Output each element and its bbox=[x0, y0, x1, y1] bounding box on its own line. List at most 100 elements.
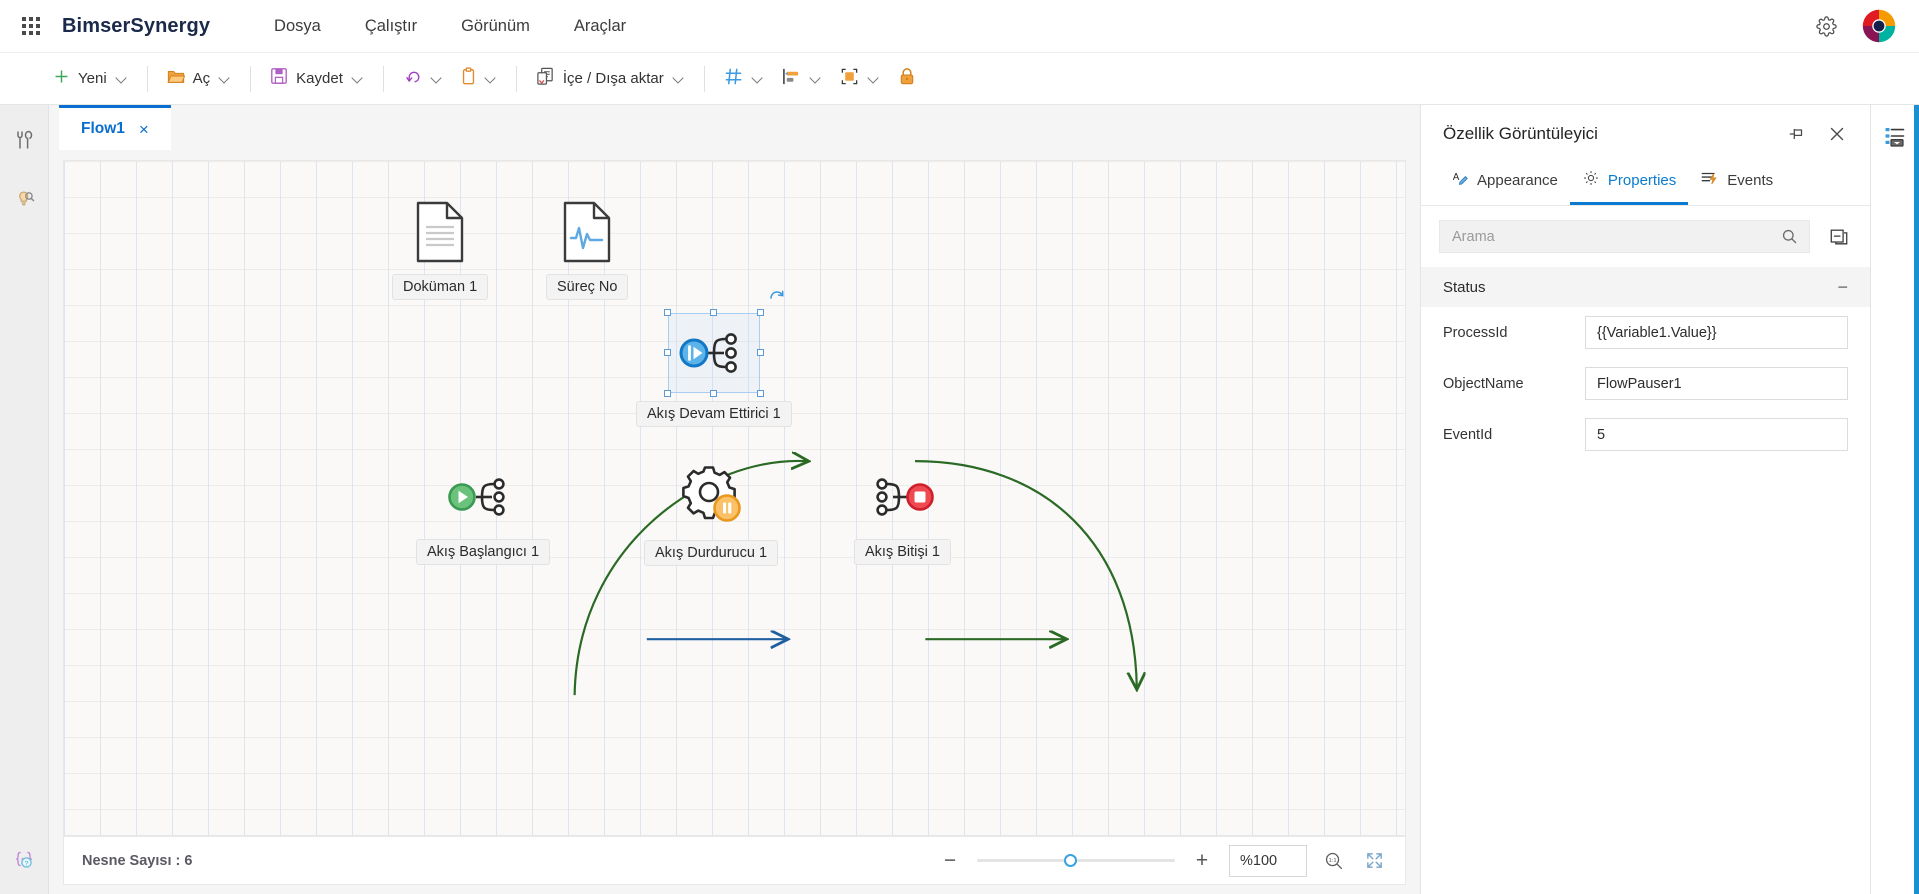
rotate-handle-icon[interactable] bbox=[768, 289, 786, 312]
user-avatar-logo[interactable] bbox=[1861, 8, 1897, 44]
tab-properties[interactable]: Properties bbox=[1570, 161, 1688, 205]
object-count-label: Nesne Sayısı : 6 bbox=[82, 853, 192, 869]
resize-handle-s[interactable] bbox=[710, 390, 717, 397]
flow-canvas[interactable]: Doküman 1 Süreç No bbox=[63, 160, 1406, 836]
appearance-pen-icon: A bbox=[1451, 169, 1469, 191]
collapse-toggle-icon[interactable]: − bbox=[1837, 278, 1848, 296]
fit-to-screen-icon[interactable] bbox=[1361, 848, 1387, 874]
group-objects-icon bbox=[840, 67, 859, 91]
code-help-icon[interactable]: ? bbox=[7, 842, 41, 876]
group-button[interactable] bbox=[831, 62, 889, 96]
tab-appearance[interactable]: A Appearance bbox=[1439, 161, 1570, 205]
editor-area: Flow1 × bbox=[49, 105, 1420, 894]
processid-field[interactable] bbox=[1585, 316, 1848, 349]
menu-item-araclar[interactable]: Araçlar bbox=[552, 11, 648, 42]
tab-label: Appearance bbox=[1477, 172, 1558, 189]
node-akis-baslangici-1[interactable]: Akış Başlangıcı 1 bbox=[416, 466, 550, 565]
new-button[interactable]: Yeni bbox=[44, 62, 137, 96]
tools-icon[interactable] bbox=[7, 123, 41, 157]
flow-start-icon bbox=[440, 466, 526, 533]
toolbar-divider bbox=[383, 66, 384, 92]
tab-label: Events bbox=[1727, 172, 1773, 189]
grid-button[interactable] bbox=[715, 62, 773, 96]
zoom-slider-thumb[interactable] bbox=[1064, 854, 1077, 867]
flow-pause-icon bbox=[672, 461, 750, 534]
menu-item-dosya[interactable]: Dosya bbox=[252, 11, 343, 42]
property-panel-tabs: A Appearance Properties bbox=[1421, 155, 1870, 206]
left-rail: ? bbox=[0, 105, 49, 894]
chevron-down-icon[interactable] bbox=[674, 73, 685, 84]
menu-item-calistir[interactable]: Çalıştır bbox=[343, 11, 439, 42]
events-lightning-icon bbox=[1700, 169, 1719, 191]
tab-flow1[interactable]: Flow1 × bbox=[59, 105, 171, 150]
paste-button[interactable] bbox=[452, 62, 506, 96]
chevron-down-icon[interactable] bbox=[117, 73, 128, 84]
search-input[interactable] bbox=[1440, 221, 1769, 252]
chevron-down-icon[interactable] bbox=[220, 73, 231, 84]
tab-events[interactable]: Events bbox=[1688, 161, 1785, 205]
lock-button[interactable] bbox=[889, 62, 925, 96]
import-export-label: İçe / Dışa aktar bbox=[563, 70, 664, 87]
zoom-one-to-one-icon[interactable]: 1:1 bbox=[1321, 848, 1347, 874]
save-button[interactable]: Kaydet bbox=[261, 62, 373, 96]
close-icon[interactable]: × bbox=[139, 121, 149, 138]
chevron-down-icon[interactable] bbox=[811, 73, 822, 84]
resize-handle-ne[interactable] bbox=[757, 309, 764, 316]
node-akis-devam-ettirici-1[interactable]: Akış Devam Ettirici 1 bbox=[636, 313, 792, 427]
properties-list-icon[interactable] bbox=[1878, 119, 1912, 153]
collapse-all-icon[interactable] bbox=[1826, 224, 1852, 250]
node-akis-bitisi-1[interactable]: Akış Bitişi 1 bbox=[854, 466, 951, 565]
chevron-down-icon[interactable] bbox=[353, 73, 364, 84]
zoom-slider[interactable] bbox=[977, 852, 1175, 870]
app-launcher-icon[interactable] bbox=[14, 9, 48, 43]
node-label: Akış Başlangıcı 1 bbox=[416, 539, 550, 565]
resize-handle-w[interactable] bbox=[664, 349, 671, 356]
property-group-status[interactable]: Status − bbox=[1421, 267, 1870, 307]
resize-handle-n[interactable] bbox=[710, 309, 717, 316]
flow-end-icon bbox=[859, 466, 945, 533]
search-icon[interactable] bbox=[1769, 221, 1809, 252]
gear-icon[interactable] bbox=[1811, 11, 1841, 41]
property-label: ObjectName bbox=[1443, 376, 1585, 392]
property-label: EventId bbox=[1443, 427, 1585, 443]
toolbar-group-edit bbox=[394, 62, 506, 96]
import-export-button[interactable]: İçe / Dışa aktar bbox=[527, 62, 694, 96]
objectname-field[interactable] bbox=[1585, 367, 1848, 400]
close-icon[interactable] bbox=[1826, 123, 1848, 145]
undo-button[interactable] bbox=[394, 62, 452, 96]
node-surec-no[interactable]: Süreç No bbox=[546, 201, 628, 300]
node-dokuman-1[interactable]: Doküman 1 bbox=[392, 201, 488, 300]
resize-handle-nw[interactable] bbox=[664, 309, 671, 316]
lock-icon bbox=[898, 67, 916, 91]
lightbulb-search-icon[interactable] bbox=[7, 181, 41, 215]
node-akis-durdurucu-1[interactable]: Akış Durdurucu 1 bbox=[644, 461, 778, 566]
zoom-in-button[interactable]: + bbox=[1189, 848, 1215, 874]
toolbar-group-open: Aç bbox=[158, 62, 241, 96]
resize-handle-se[interactable] bbox=[757, 390, 764, 397]
chevron-down-icon[interactable] bbox=[432, 73, 443, 84]
undo-icon bbox=[403, 67, 422, 91]
chevron-down-icon[interactable] bbox=[486, 73, 497, 84]
chevron-down-icon[interactable] bbox=[753, 73, 764, 84]
body-region: ? Flow1 × bbox=[0, 105, 1919, 894]
open-label: Aç bbox=[193, 70, 211, 87]
active-panel-indicator bbox=[1914, 105, 1919, 894]
grid-icon bbox=[724, 67, 743, 91]
zoom-value-input[interactable] bbox=[1229, 845, 1307, 877]
group-title: Status bbox=[1443, 279, 1486, 296]
resize-handle-sw[interactable] bbox=[664, 390, 671, 397]
align-button[interactable] bbox=[773, 62, 831, 96]
property-search-row bbox=[1421, 206, 1870, 267]
resize-handle-e[interactable] bbox=[757, 349, 764, 356]
save-label: Kaydet bbox=[296, 70, 343, 87]
zoom-out-button[interactable]: − bbox=[937, 848, 963, 874]
open-button[interactable]: Aç bbox=[158, 62, 241, 96]
search-box[interactable] bbox=[1439, 220, 1810, 253]
chevron-down-icon[interactable] bbox=[869, 73, 880, 84]
menu-item-gorunum[interactable]: Görünüm bbox=[439, 11, 552, 42]
property-viewer-panel: Özellik Görüntüleyici bbox=[1420, 105, 1870, 894]
node-label: Süreç No bbox=[546, 274, 628, 300]
pin-icon[interactable] bbox=[1786, 123, 1808, 145]
svg-text:1:1: 1:1 bbox=[1328, 857, 1336, 863]
eventid-field[interactable] bbox=[1585, 418, 1848, 451]
